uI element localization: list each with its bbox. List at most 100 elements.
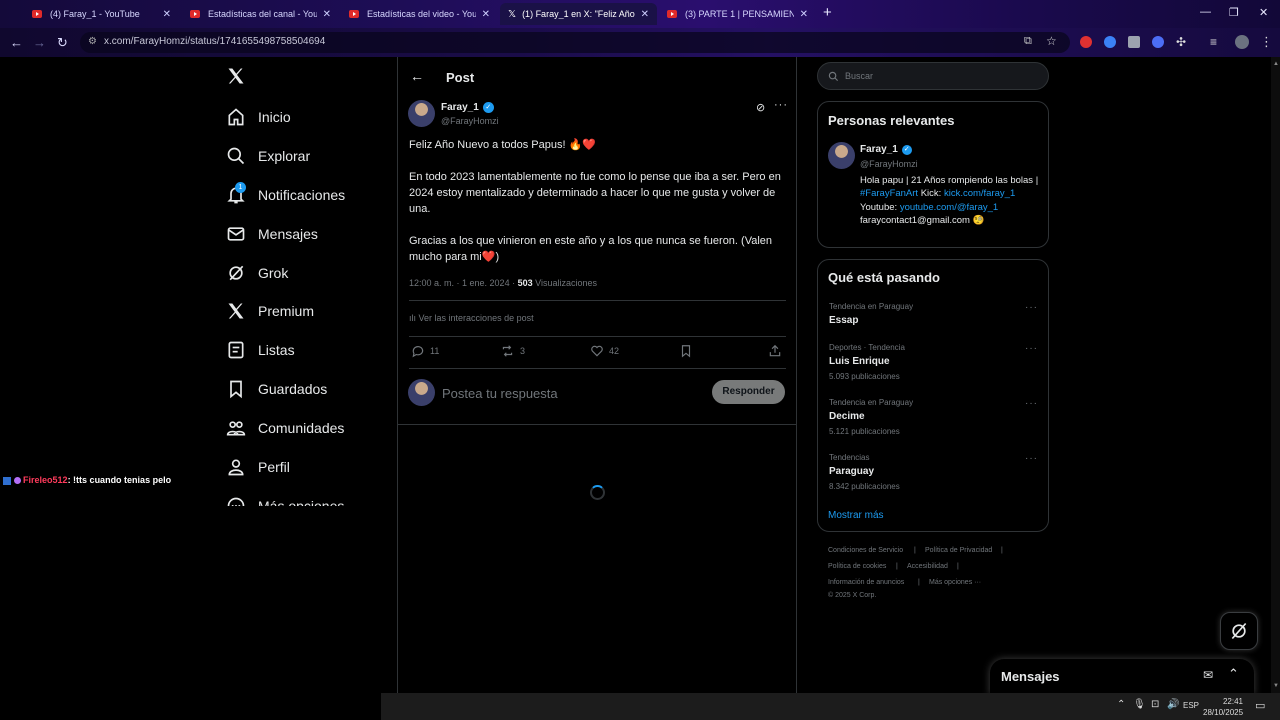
footer-link[interactable]: Información de anuncios xyxy=(828,579,904,586)
show-more-link[interactable]: Mostrar más xyxy=(828,510,884,521)
network-icon[interactable]: ⊡ xyxy=(1151,699,1159,710)
sidebar-item-notifications[interactable]: 1 Notificaciones xyxy=(226,180,345,210)
sidebar-item-messages[interactable]: Mensajes xyxy=(226,219,318,249)
youtube-link[interactable]: youtube.com/@faray_1 xyxy=(900,202,998,213)
tray-expand-icon[interactable]: ⌃ xyxy=(1117,699,1125,710)
expand-drawer-icon[interactable]: ⌃ xyxy=(1228,666,1239,682)
grok-icon xyxy=(229,265,244,281)
notification-center-icon[interactable]: ▭ xyxy=(1255,699,1265,712)
page-scrollbar[interactable]: ▲ ▼ xyxy=(1271,57,1280,693)
site-info-icon[interactable]: ⚙ xyxy=(88,36,97,47)
footer-link[interactable]: Más opciones ··· xyxy=(929,579,981,586)
close-tab-icon[interactable]: ✕ xyxy=(323,9,331,20)
avatar[interactable] xyxy=(828,142,855,169)
footer-link[interactable]: Política de cookies xyxy=(828,563,886,570)
microphone-icon[interactable]: 🎙 xyxy=(1133,699,1146,710)
kick-link[interactable]: kick.com/faray_1 xyxy=(944,188,1015,199)
browser-tab-active[interactable]: 𝕏 (1) Faray_1 en X: "Feliz Año Nuevo ✕ xyxy=(500,3,657,25)
reply-input[interactable]: Postea tu respuesta xyxy=(442,386,558,401)
trend-item[interactable]: Deportes · Tendencia Luis Enrique 5.093 … xyxy=(829,343,905,381)
more-options-icon[interactable]: ··· xyxy=(774,99,788,111)
search-bar[interactable]: Buscar xyxy=(817,62,1049,90)
extension-icon[interactable] xyxy=(1104,36,1116,48)
messages-drawer[interactable]: Mensajes ✉ ⌃ xyxy=(990,659,1254,695)
reply-button[interactable]: 11 xyxy=(411,344,439,358)
trend-more-icon[interactable]: ··· xyxy=(1025,302,1038,313)
close-tab-icon[interactable]: ✕ xyxy=(163,9,171,20)
post-text-paragraph: Gracias a los que vinieron en este año y… xyxy=(409,235,773,263)
bookmark-button[interactable] xyxy=(679,344,693,363)
close-tab-icon[interactable]: ✕ xyxy=(482,9,490,20)
maximize-button[interactable]: ❐ xyxy=(1229,6,1239,19)
avatar[interactable] xyxy=(408,100,435,127)
minimize-button[interactable]: — xyxy=(1200,6,1211,18)
relevant-user-name[interactable]: Faray_1 ✓ xyxy=(860,144,912,155)
extension-icon[interactable] xyxy=(1128,36,1140,48)
bookmark-star-icon[interactable]: ☆ xyxy=(1046,34,1057,48)
trend-item[interactable]: Tendencia en Paraguay Decime 5.121 publi… xyxy=(829,398,913,436)
user-bio: Hola papu | 21 Años rompiendo las bolas … xyxy=(860,175,1039,226)
repost-button[interactable]: 3 xyxy=(500,344,525,358)
like-button[interactable]: 42 xyxy=(590,344,619,358)
address-bar[interactable]: ⚙ x.com/FarayHomzi/status/17416554987585… xyxy=(80,32,1070,53)
new-message-icon[interactable]: ✉ xyxy=(1203,668,1213,682)
relevant-user-handle: @FarayHomzi xyxy=(860,159,918,169)
footer-link[interactable]: Accesibilidad xyxy=(907,563,948,570)
browser-tab[interactable]: Estadísticas del video - YouTube ✕ xyxy=(341,3,498,25)
sidebar-item-premium[interactable]: Premium xyxy=(226,296,314,326)
sidebar-item-bookmarks[interactable]: Guardados xyxy=(226,374,327,404)
reply-submit-button[interactable]: Responder xyxy=(712,380,785,404)
browser-menu-icon[interactable]: ⋮ xyxy=(1260,34,1273,50)
close-tab-icon[interactable]: ✕ xyxy=(641,9,649,20)
volume-icon[interactable]: 🔊 xyxy=(1167,699,1179,710)
trend-more-icon[interactable]: ··· xyxy=(1025,398,1038,409)
author-handle[interactable]: @FarayHomzi xyxy=(441,116,499,126)
browser-tab[interactable]: Estadísticas del canal - YouTube ✕ xyxy=(182,3,339,25)
back-icon[interactable]: ← xyxy=(10,35,23,50)
new-tab-button[interactable]: + xyxy=(823,4,832,21)
stream-chat-overlay: Fireleo512: !tts cuando tenias pelo xyxy=(3,475,171,485)
trend-item[interactable]: Tendencias Paraguay 8.342 publicaciones xyxy=(829,453,900,491)
footer-separator: | xyxy=(918,579,920,586)
sidebar-item-lists[interactable]: Listas xyxy=(226,335,295,365)
grok-icon[interactable]: ⊘ xyxy=(756,101,765,114)
trend-more-icon[interactable]: ··· xyxy=(1025,453,1038,464)
sidebar-item-profile[interactable]: Perfil xyxy=(226,452,290,482)
trend-more-icon[interactable]: ··· xyxy=(1025,343,1038,354)
author-name[interactable]: Faray_1 ✓ xyxy=(441,102,494,113)
share-button[interactable] xyxy=(768,344,782,363)
puzzle-icon[interactable]: ✣ xyxy=(1176,35,1186,49)
browser-tab[interactable]: (4) Faray_1 - YouTube ✕ xyxy=(24,3,179,25)
reading-list-icon[interactable]: ≡ xyxy=(1210,35,1217,49)
youtube-icon xyxy=(349,10,359,18)
trend-item[interactable]: Tendencia en Paraguay Essap xyxy=(829,302,913,326)
footer-separator: | xyxy=(896,563,898,570)
reload-icon[interactable]: ↻ xyxy=(57,35,68,51)
sidebar-item-communities[interactable]: Comunidades xyxy=(226,413,344,443)
divider xyxy=(409,336,786,337)
window-close-button[interactable]: ✕ xyxy=(1259,6,1268,19)
hashtag-link[interactable]: #FarayFanArt xyxy=(860,188,918,199)
mail-icon xyxy=(227,227,245,241)
extension-icon[interactable] xyxy=(1152,36,1164,48)
profile-avatar[interactable] xyxy=(1235,35,1249,49)
search-input[interactable]: Buscar xyxy=(845,71,873,81)
sidebar-item-grok[interactable]: Grok xyxy=(226,258,288,288)
footer-link[interactable]: Política de Privacidad xyxy=(925,547,992,554)
sidebar-item-explore[interactable]: Explorar xyxy=(226,141,310,171)
clock[interactable]: 22:41 28/10/2025 xyxy=(1203,696,1243,718)
close-tab-icon[interactable]: ✕ xyxy=(800,9,808,20)
sidebar-item-more[interactable]: Más opciones xyxy=(226,491,376,506)
sidebar-item-home[interactable]: Inicio xyxy=(226,102,291,132)
grok-floating-button[interactable] xyxy=(1220,612,1258,650)
x-logo-icon[interactable] xyxy=(226,66,246,91)
language-indicator[interactable]: ESP xyxy=(1183,701,1199,710)
extension-icon[interactable] xyxy=(1080,36,1092,48)
install-app-icon[interactable]: ⧉ xyxy=(1024,35,1032,48)
back-arrow-icon[interactable]: ← xyxy=(410,68,424,84)
browser-tab[interactable]: (3) PARTE 1 | PENSAMIENTOS F ✕ xyxy=(659,3,816,25)
forward-icon[interactable]: → xyxy=(33,35,46,50)
footer-link[interactable]: Condiciones de Servicio xyxy=(828,547,903,554)
view-interactions-link[interactable]: ılı Ver las interacciones de post xyxy=(409,313,534,323)
card-title: Personas relevantes xyxy=(828,113,955,128)
